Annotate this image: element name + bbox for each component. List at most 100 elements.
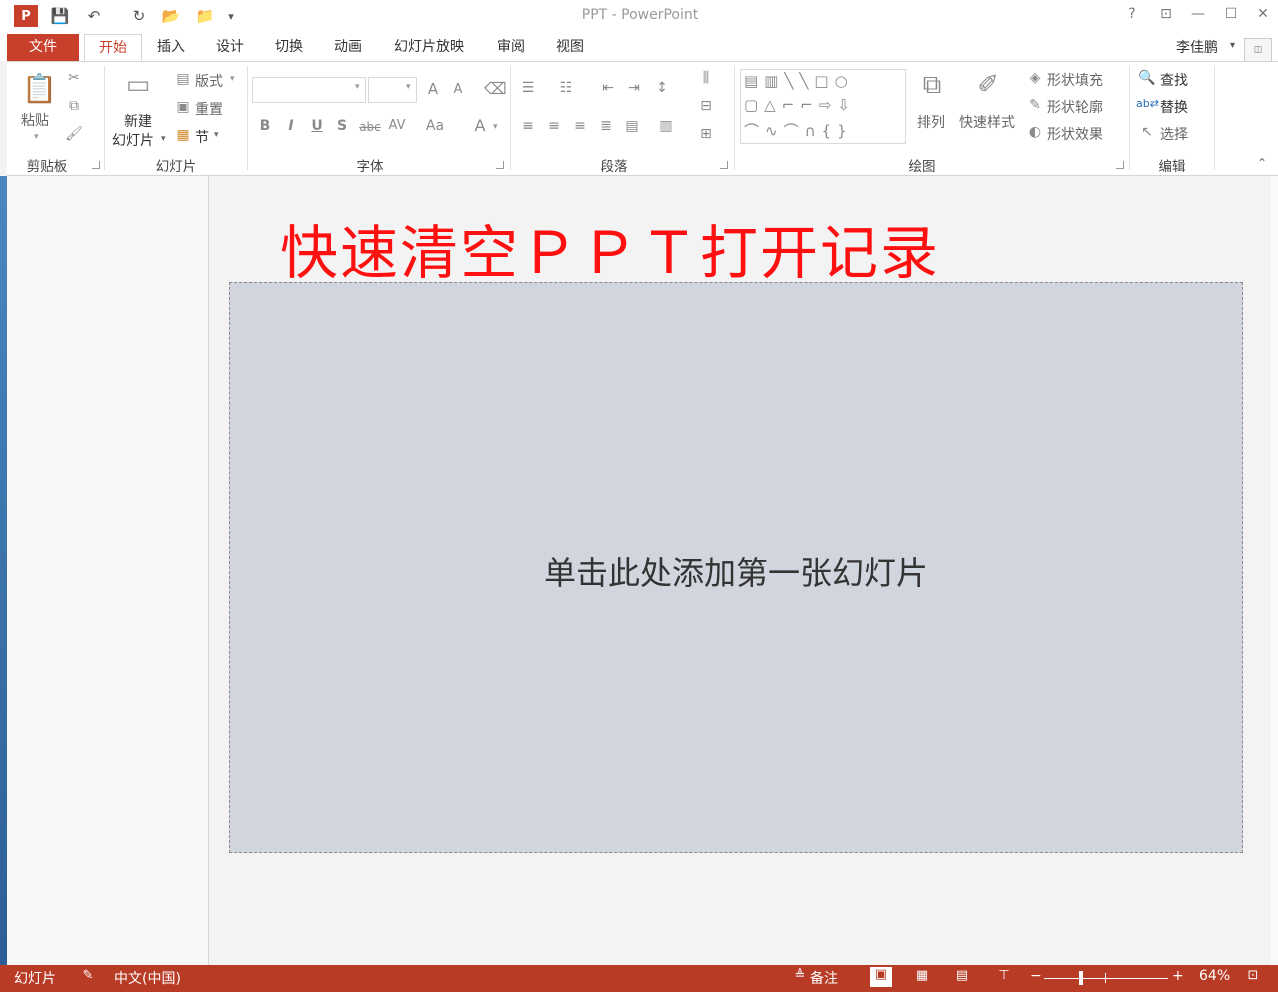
normal-view-icon[interactable]: ▣: [870, 967, 892, 987]
find-button[interactable]: 查找: [1160, 70, 1188, 90]
columns-icon[interactable]: ▥: [656, 118, 676, 134]
drawing-launcher-icon[interactable]: [1116, 161, 1124, 169]
avatar[interactable]: ◫: [1244, 38, 1272, 62]
tab-view[interactable]: 视图: [547, 34, 593, 61]
minimize-button[interactable]: —: [1187, 6, 1209, 26]
notes-button[interactable]: 备注: [810, 968, 838, 988]
grow-font-icon[interactable]: A: [424, 80, 442, 98]
font-name-chevron-down-icon[interactable]: ▾: [355, 82, 360, 92]
decrease-indent-icon[interactable]: ⇤: [598, 80, 618, 96]
help-button[interactable]: ?: [1121, 6, 1143, 26]
align-right-icon[interactable]: ≡: [570, 118, 590, 134]
format-painter-icon[interactable]: 🖌: [64, 126, 84, 142]
font-color-button[interactable]: A: [472, 116, 488, 135]
slideshow-icon[interactable]: ⊤: [994, 968, 1014, 988]
numbering-icon[interactable]: ☷: [556, 80, 576, 96]
select-icon[interactable]: ↖: [1138, 124, 1156, 140]
shape-fill-button[interactable]: 形状填充: [1047, 70, 1103, 90]
tab-animations[interactable]: 动画: [325, 34, 371, 61]
shape-fill-icon[interactable]: ◈: [1026, 70, 1044, 86]
change-case-button[interactable]: Aa: [424, 118, 446, 134]
zoom-out-button[interactable]: −: [1030, 968, 1042, 984]
quick-styles-button[interactable]: 快速样式: [959, 112, 1015, 132]
notes-icon[interactable]: ≜: [790, 968, 810, 988]
tab-insert[interactable]: 插入: [148, 34, 194, 61]
layout-button[interactable]: 版式: [195, 71, 223, 91]
tab-review[interactable]: 审阅: [488, 34, 534, 61]
align-left-icon[interactable]: ≡: [518, 118, 538, 134]
fit-to-window-icon[interactable]: ⊡: [1243, 968, 1263, 988]
bold-button[interactable]: B: [257, 118, 273, 134]
tab-design[interactable]: 设计: [207, 34, 253, 61]
shapes-row-lines-icon[interactable]: ▤▥╲╲□○: [744, 72, 894, 90]
text-direction-icon[interactable]: ⫼: [696, 70, 716, 86]
vertical-scrollbar[interactable]: [1271, 176, 1278, 965]
zoom-level[interactable]: 64%: [1199, 968, 1230, 984]
spellcheck-icon[interactable]: ✎: [78, 968, 98, 988]
clipboard-launcher-icon[interactable]: [92, 161, 100, 169]
italic-button[interactable]: I: [283, 118, 299, 134]
font-color-chevron-down-icon[interactable]: ▾: [493, 122, 498, 132]
shapes-row-basic-icon[interactable]: ▢△⌐⌐⇨⇩: [744, 96, 894, 114]
add-first-slide-placeholder[interactable]: 单击此处添加第一张幻灯片: [229, 548, 1243, 594]
shrink-font-icon[interactable]: A: [449, 82, 467, 97]
ribbon-display-options-button[interactable]: ⊡: [1155, 6, 1177, 26]
bullets-icon[interactable]: ☰: [518, 80, 538, 96]
shape-effects-icon[interactable]: ◐: [1026, 124, 1044, 140]
user-account[interactable]: 李佳鹏: [1176, 37, 1218, 57]
tab-home[interactable]: 开始: [84, 34, 142, 61]
arrange-icon[interactable]: ⧉: [914, 70, 950, 106]
powerpoint-app-icon[interactable]: P: [14, 5, 38, 27]
zoom-slider-thumb[interactable]: [1079, 971, 1083, 985]
close-button[interactable]: ✕: [1252, 6, 1274, 26]
character-spacing-button[interactable]: AV: [386, 118, 408, 133]
zoom-in-button[interactable]: +: [1172, 968, 1184, 984]
strikethrough-button[interactable]: abc: [358, 120, 382, 134]
save-icon[interactable]: 💾: [49, 5, 71, 27]
layout-chevron-down-icon[interactable]: ▾: [230, 74, 235, 84]
reset-button[interactable]: 重置: [195, 99, 223, 119]
font-size-chevron-down-icon[interactable]: ▾: [406, 82, 411, 92]
justify-icon[interactable]: ≣: [596, 118, 616, 134]
reading-view-icon[interactable]: ▤: [952, 968, 972, 988]
paste-chevron-down-icon[interactable]: ▾: [34, 132, 39, 142]
align-text-icon[interactable]: ⊟: [696, 98, 716, 114]
zoom-slider-track[interactable]: [1044, 978, 1168, 979]
tab-transitions[interactable]: 切换: [266, 34, 312, 61]
paste-icon[interactable]: 📋: [22, 72, 57, 108]
paste-button[interactable]: 粘贴: [21, 110, 49, 130]
section-button[interactable]: 节: [195, 127, 209, 147]
copy-icon[interactable]: ⧉: [64, 98, 84, 114]
font-name-select[interactable]: [252, 77, 366, 103]
reset-icon[interactable]: ▣: [174, 99, 192, 115]
line-spacing-icon[interactable]: ↕: [652, 80, 672, 96]
tab-file[interactable]: 文件: [7, 34, 79, 61]
open-recent-icon[interactable]: 📁: [193, 5, 217, 27]
new-slide-label-line1[interactable]: 新建: [124, 111, 152, 131]
new-slide-chevron-down-icon[interactable]: ▾: [161, 134, 166, 144]
select-button[interactable]: 选择: [1160, 124, 1188, 144]
layout-icon[interactable]: ▤: [174, 71, 192, 87]
find-icon[interactable]: 🔍: [1138, 70, 1156, 86]
new-slide-icon[interactable]: ▭: [118, 70, 158, 106]
replace-button[interactable]: 替换: [1160, 97, 1188, 117]
increase-indent-icon[interactable]: ⇥: [624, 80, 644, 96]
paragraph-launcher-icon[interactable]: [720, 161, 728, 169]
customize-qat-button[interactable]: ▾: [224, 5, 238, 27]
tab-slideshow[interactable]: 幻灯片放映: [384, 34, 474, 61]
shape-outline-button[interactable]: 形状轮廓: [1047, 97, 1103, 117]
shape-effects-button[interactable]: 形状效果: [1047, 124, 1103, 144]
font-launcher-icon[interactable]: [496, 161, 504, 169]
undo-icon[interactable]: ↶: [82, 5, 106, 27]
section-chevron-down-icon[interactable]: ▾: [214, 130, 219, 140]
slide-sorter-icon[interactable]: ▦: [912, 968, 932, 988]
distributed-icon[interactable]: ▤: [622, 118, 642, 134]
open-folder-icon[interactable]: 📂: [160, 5, 182, 27]
underline-button[interactable]: U: [309, 118, 325, 134]
cut-icon[interactable]: ✂: [64, 70, 84, 86]
shape-outline-icon[interactable]: ✎: [1026, 97, 1044, 113]
quick-styles-icon[interactable]: ✐: [968, 70, 1008, 106]
section-icon[interactable]: ▦: [174, 127, 192, 143]
account-chevron-down-icon[interactable]: ▾: [1230, 40, 1235, 51]
replace-icon[interactable]: ab⇄: [1136, 97, 1159, 110]
